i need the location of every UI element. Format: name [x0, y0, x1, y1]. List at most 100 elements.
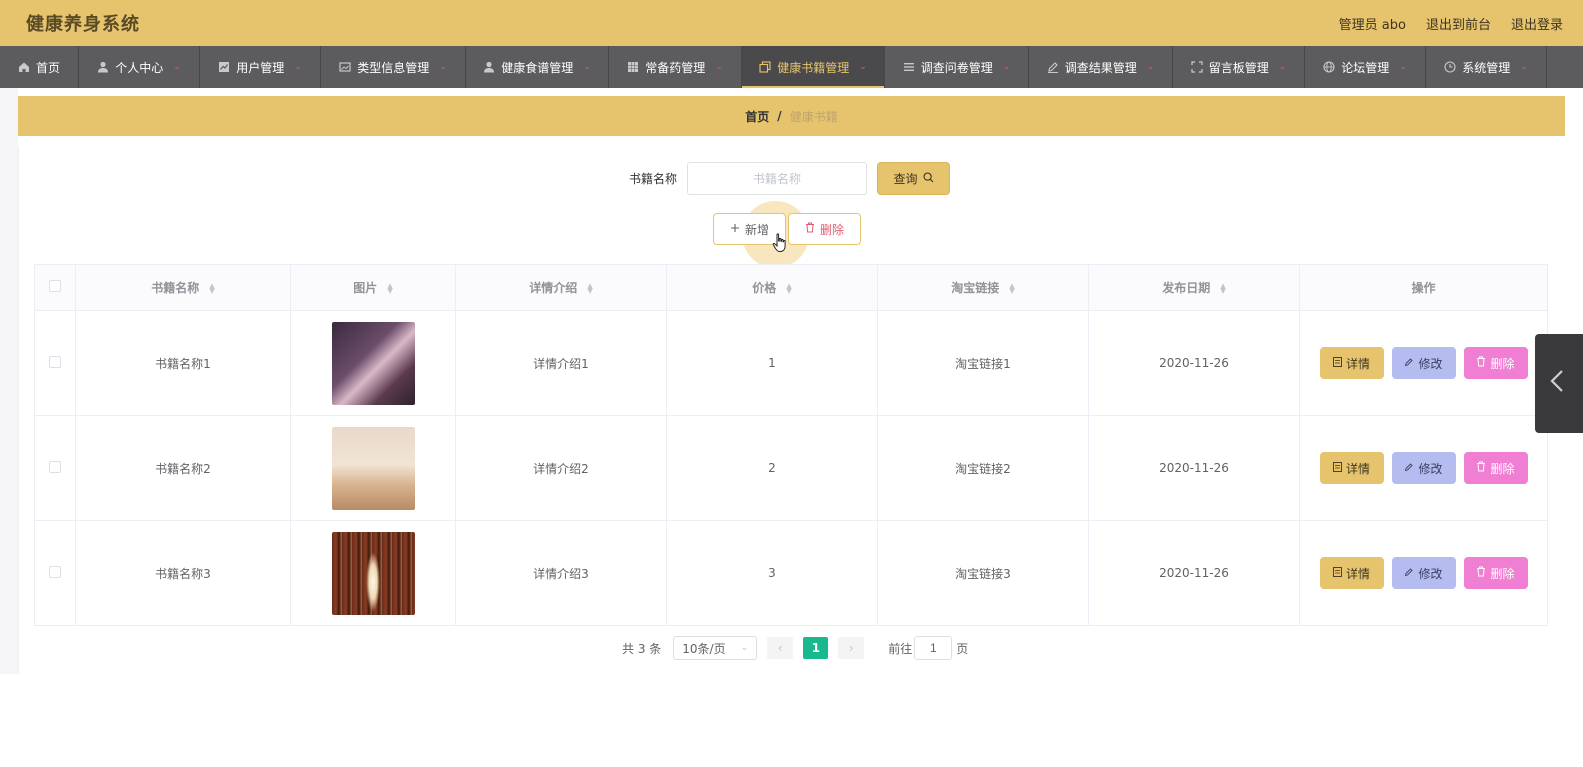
- column-header-label: 淘宝链接: [951, 281, 1000, 295]
- logout-link[interactable]: 退出登录: [1511, 14, 1563, 33]
- pagination: 共 3 条 10条/页 ⌄ ‹ 1 › 前往 页: [622, 636, 968, 660]
- column-header-label: 图片: [353, 281, 378, 295]
- document-icon: [1333, 356, 1342, 370]
- plus-icon: [730, 222, 740, 236]
- column-header[interactable]: 淘宝链接 ▲ ▼: [877, 264, 1089, 311]
- header-links: 管理员 abo 退出到前台 退出登录: [1339, 14, 1563, 33]
- book-cover-image[interactable]: [331, 321, 415, 405]
- page-background: [0, 88, 18, 674]
- book-name-cell: 书籍名称3: [75, 520, 291, 626]
- chevron-left-icon: [1550, 369, 1564, 399]
- nav-item-medicine[interactable]: 常备药管理 ⌄: [609, 46, 742, 88]
- goto-prefix: 前往: [888, 641, 913, 656]
- chevron-down-icon: ⌄: [173, 62, 181, 72]
- total-count: 共 3 条: [622, 641, 662, 656]
- exit-to-front-link[interactable]: 退出到前台: [1426, 14, 1491, 33]
- edit-button[interactable]: 修改: [1391, 452, 1456, 484]
- breadcrumb-home[interactable]: 首页: [745, 108, 769, 125]
- edit-button-label: 修改: [1418, 566, 1443, 581]
- side-drawer-toggle[interactable]: [1535, 334, 1583, 433]
- row-delete-button[interactable]: 删除: [1463, 347, 1528, 379]
- nav-item-message-board[interactable]: 留言板管理 ⌄: [1173, 46, 1305, 88]
- sort-icon[interactable]: ▲ ▼: [209, 282, 214, 294]
- row-checkbox[interactable]: [49, 565, 61, 578]
- goto-suffix: 页: [956, 641, 969, 656]
- prev-page-button[interactable]: ‹: [767, 637, 794, 659]
- page-size-value: 10条/页: [682, 641, 726, 656]
- select-all-cell: [34, 264, 76, 311]
- row-delete-button[interactable]: 删除: [1463, 452, 1528, 484]
- nav-label: 首页: [35, 60, 60, 75]
- detail-button[interactable]: 详情: [1319, 347, 1384, 379]
- select-all-checkbox[interactable]: [49, 280, 61, 292]
- book-cover-image[interactable]: [331, 426, 415, 510]
- query-button-label: 查询: [893, 172, 918, 186]
- sort-icon[interactable]: ▲ ▼: [1220, 282, 1225, 294]
- search-icon: [922, 171, 934, 186]
- edit-button[interactable]: 修改: [1391, 347, 1456, 379]
- fullscreen-icon: [1191, 61, 1203, 73]
- nav-item-type-info[interactable]: 类型信息管理 ⌄: [321, 46, 466, 88]
- detail-button[interactable]: 详情: [1319, 557, 1384, 589]
- column-header-label: 价格: [752, 281, 777, 295]
- column-header[interactable]: 价格 ▲ ▼: [666, 264, 878, 311]
- nav-item-survey-results[interactable]: 调查结果管理 ⌄: [1029, 46, 1173, 88]
- chevron-down-icon: ⌄: [294, 62, 302, 72]
- batch-delete-button[interactable]: 删除: [788, 213, 861, 245]
- column-header[interactable]: 书籍名称 ▲ ▼: [75, 264, 291, 311]
- intro-cell: 详情介绍1: [455, 310, 667, 416]
- nav-item-recipes[interactable]: 健康食谱管理 ⌄: [466, 46, 609, 88]
- nav-item-home[interactable]: 首页: [0, 46, 79, 88]
- link-cell: 淘宝链接3: [877, 520, 1089, 626]
- column-header-label: 详情介绍: [529, 281, 578, 295]
- list-icon: [903, 61, 915, 73]
- trash-icon: [805, 222, 815, 236]
- action-buttons: 新增 删除: [713, 213, 861, 245]
- actions-cell: 详情 修改 删除: [1299, 520, 1548, 626]
- detail-button-label: 详情: [1345, 356, 1370, 371]
- image-cell: [290, 310, 456, 416]
- sort-icon[interactable]: ▲ ▼: [387, 282, 392, 294]
- grid-icon: [627, 61, 639, 73]
- row-checkbox[interactable]: [49, 460, 61, 473]
- nav-item-system[interactable]: 系统管理 ⌄: [1426, 46, 1547, 88]
- actions-cell: 详情 修改 删除: [1299, 310, 1548, 416]
- price-cell: 3: [666, 520, 878, 626]
- sort-icon[interactable]: ▲ ▼: [786, 282, 791, 294]
- sort-icon[interactable]: ▲ ▼: [587, 282, 592, 294]
- search-label: 书籍名称: [629, 172, 678, 186]
- date-cell: 2020-11-26: [1088, 310, 1300, 416]
- chevron-down-icon: ⌄: [1146, 62, 1155, 72]
- column-header-label: 发布日期: [1162, 281, 1211, 295]
- book-cover-image[interactable]: [331, 531, 415, 615]
- nav-item-forum[interactable]: 论坛管理 ⌄: [1305, 46, 1426, 88]
- edit-button[interactable]: 修改: [1391, 557, 1456, 589]
- add-button[interactable]: 新增: [713, 213, 786, 245]
- detail-button[interactable]: 详情: [1319, 452, 1384, 484]
- table-header-row: 书籍名称 ▲ ▼ 图片 ▲ ▼ 详情介绍 ▲ ▼ 价格 ▲ ▼ 淘宝链接 ▲ ▼ 发布日期…: [34, 264, 1548, 311]
- next-page-button[interactable]: ›: [838, 637, 865, 659]
- column-header[interactable]: 详情介绍 ▲ ▼: [455, 264, 667, 311]
- sort-icon[interactable]: ▲ ▼: [1009, 282, 1014, 294]
- column-header[interactable]: 发布日期 ▲ ▼: [1088, 264, 1300, 311]
- books-table: 书籍名称 ▲ ▼ 图片 ▲ ▼ 详情介绍 ▲ ▼ 价格 ▲ ▼ 淘宝链接 ▲ ▼ 发布日期…: [34, 264, 1548, 626]
- page-number-current[interactable]: 1: [803, 637, 829, 659]
- copy-icon: [759, 61, 771, 73]
- nav-item-personal-center[interactable]: 个人中心 ⌄: [79, 46, 200, 88]
- nav-item-health-books[interactable]: 健康书籍管理 ⌄: [742, 46, 885, 88]
- column-header-label: 书籍名称: [151, 281, 200, 295]
- query-button[interactable]: 查询: [877, 162, 951, 195]
- row-checkbox[interactable]: [49, 355, 61, 368]
- intro-cell: 详情介绍2: [455, 415, 667, 521]
- detail-button-label: 详情: [1345, 566, 1370, 581]
- nav-item-survey[interactable]: 调查问卷管理 ⌄: [885, 46, 1029, 88]
- chevron-down-icon: ⌄: [715, 62, 723, 72]
- row-delete-button[interactable]: 删除: [1463, 557, 1528, 589]
- column-header[interactable]: 图片 ▲ ▼: [290, 264, 456, 311]
- page-size-select[interactable]: 10条/页 ⌄: [673, 636, 758, 660]
- book-name-search-input[interactable]: [687, 162, 868, 195]
- nav-item-user-management[interactable]: 用户管理 ⌄: [200, 46, 321, 88]
- goto-page-input[interactable]: [914, 636, 953, 660]
- edit-icon: [1404, 356, 1414, 370]
- date-cell: 2020-11-26: [1088, 520, 1300, 626]
